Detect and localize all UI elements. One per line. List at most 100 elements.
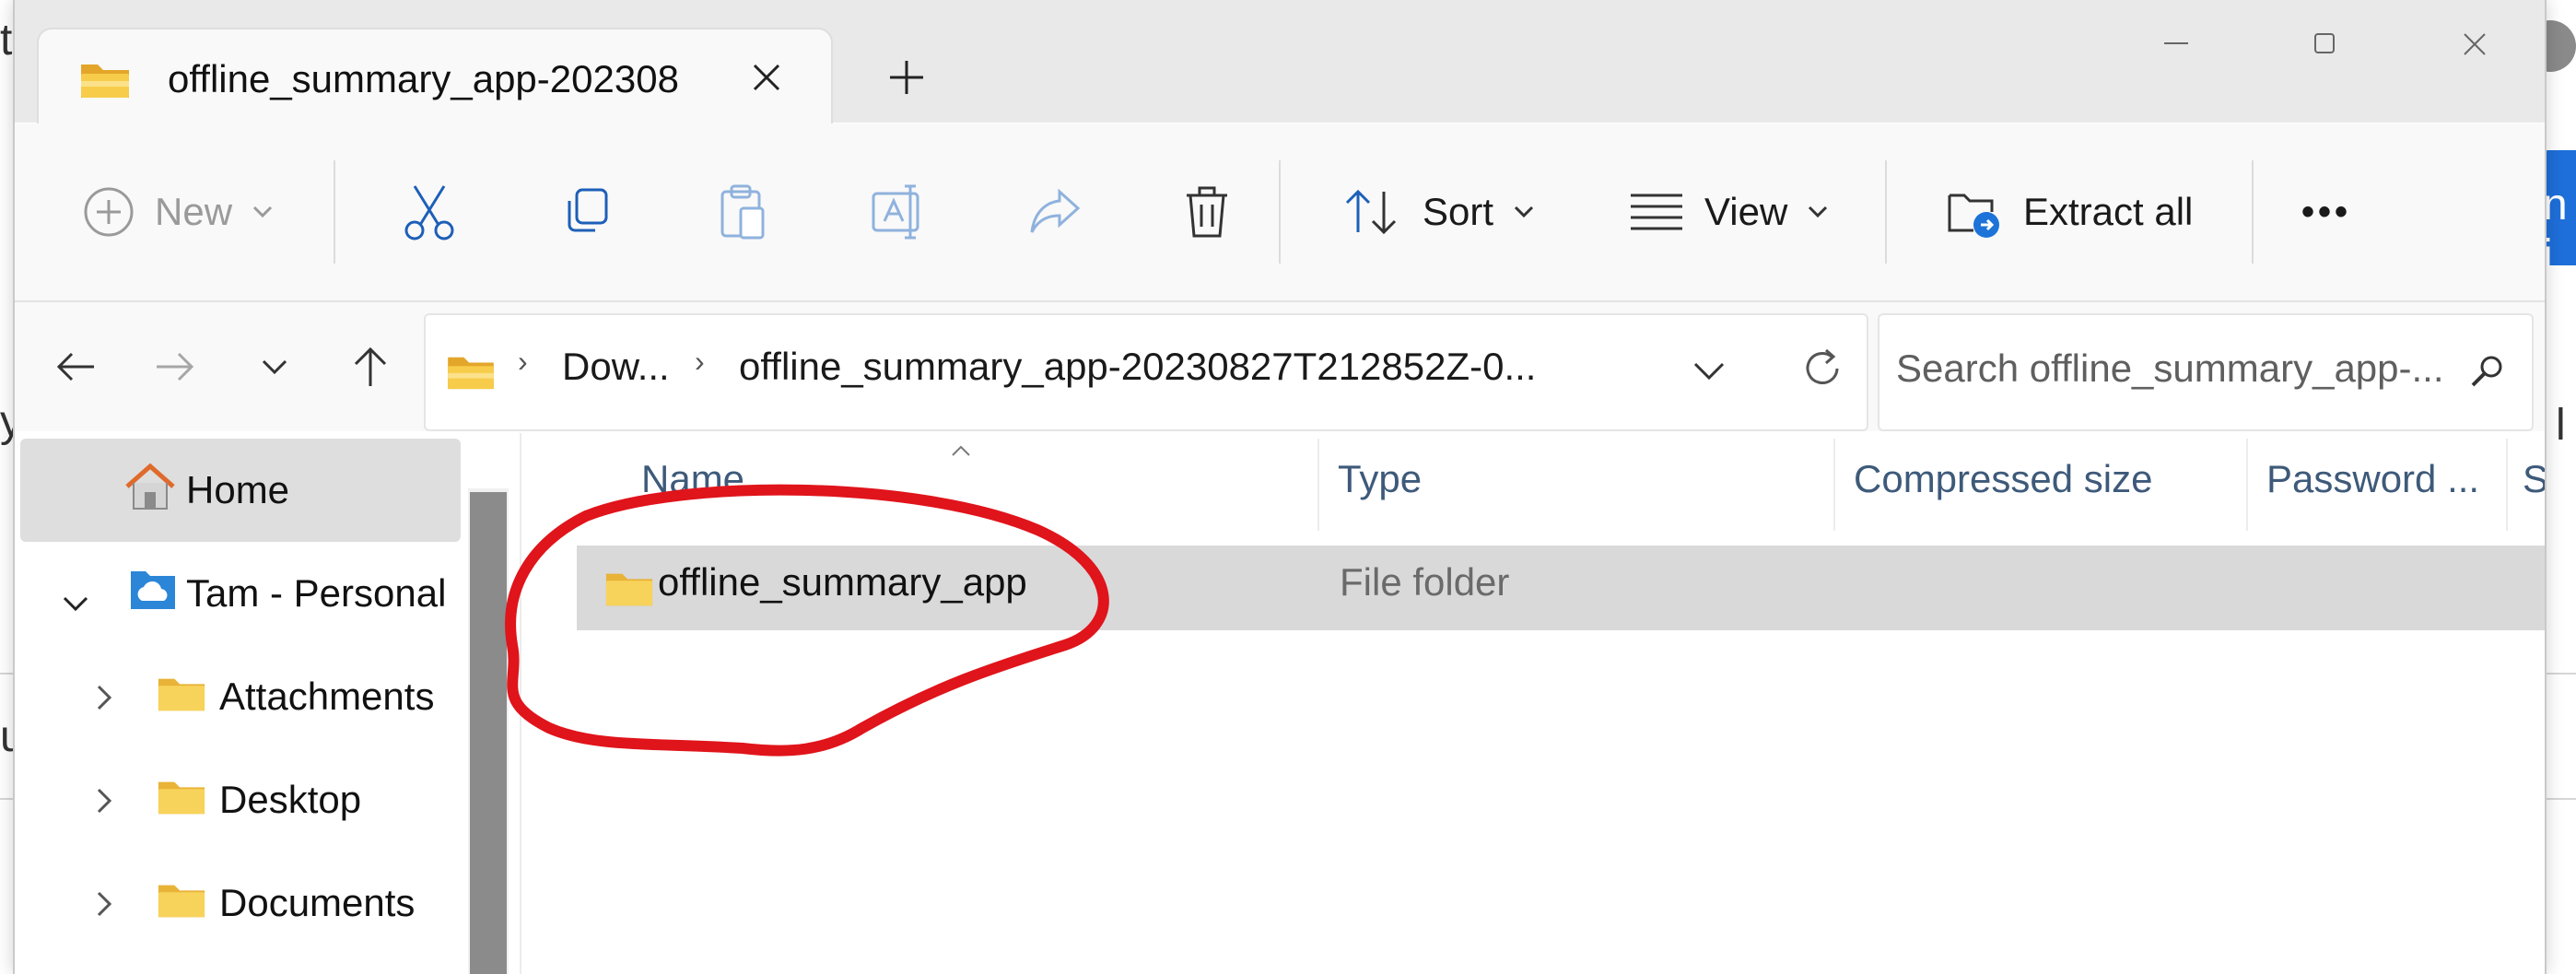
- extract-all-button[interactable]: Extract all: [1946, 123, 2193, 300]
- folder-icon: [157, 776, 206, 826]
- breadcrumb-item[interactable]: Dow...: [562, 345, 670, 389]
- chevron-right-icon[interactable]: [96, 883, 112, 927]
- new-label: New: [155, 190, 233, 233]
- file-name[interactable]: offline_summary_app: [658, 560, 1027, 604]
- rename-icon: [872, 184, 919, 240]
- toolbar-separator: [334, 160, 335, 264]
- view-lines-icon: [1631, 194, 1682, 230]
- arrow-up-icon: [354, 346, 387, 386]
- new-button[interactable]: New: [83, 123, 273, 300]
- paste-button[interactable]: [715, 123, 770, 300]
- toolbar-separator: [1885, 160, 1887, 264]
- forward-button[interactable]: [138, 330, 212, 404]
- folder-icon: [446, 352, 496, 395]
- search-input[interactable]: Search offline_summary_app-...: [1896, 346, 2444, 391]
- chevron-right-icon[interactable]: [96, 676, 112, 721]
- file-list: Name Type Compressed size Password ... S…: [520, 433, 2545, 974]
- column-divider[interactable]: [1317, 439, 1319, 531]
- view-button[interactable]: View: [1629, 123, 1828, 300]
- navigation-pane: Home Tam - Personal Attachments Desktop …: [15, 433, 512, 974]
- nav-item-label: Desktop: [219, 778, 362, 821]
- chevron-right-icon[interactable]: [96, 780, 112, 824]
- share-icon: [1030, 188, 1081, 233]
- extract-all-label: Extract all: [2023, 190, 2194, 233]
- arrow-left-icon: [56, 352, 94, 381]
- explorer-tab[interactable]: offline_summary_app-202308: [37, 28, 833, 125]
- column-header-password[interactable]: Password ...: [2266, 457, 2479, 501]
- column-divider[interactable]: [2506, 439, 2508, 531]
- address-bar[interactable]: › Dow... › offline_summary_app-20230827T…: [424, 313, 1868, 431]
- folder-icon: [157, 879, 206, 929]
- maximize-icon[interactable]: [2289, 17, 2362, 72]
- refresh-icon[interactable]: [1800, 346, 1844, 395]
- sort-button[interactable]: Sort: [1341, 123, 1534, 300]
- tab-title: offline_summary_app-202308: [168, 57, 679, 100]
- column-divider[interactable]: [2246, 439, 2248, 531]
- nav-item-tam-personal[interactable]: Tam - Personal: [20, 542, 461, 645]
- close-icon[interactable]: [741, 52, 792, 103]
- chevron-down-icon: [1809, 205, 1828, 218]
- background-partial-text: l: [2556, 401, 2566, 450]
- folder-icon: [604, 568, 654, 613]
- chevron-down-icon: [1514, 205, 1534, 218]
- copy-icon: [568, 188, 608, 232]
- background-partial-text: t: [0, 16, 13, 65]
- up-button[interactable]: [334, 330, 407, 404]
- recent-locations-button[interactable]: [238, 330, 311, 404]
- view-label: View: [1704, 190, 1788, 233]
- nav-item-home[interactable]: Home: [20, 439, 461, 542]
- arrow-right-icon: [157, 352, 194, 381]
- nav-item-label: Tam - Personal: [186, 571, 447, 615]
- background-button-text: n i: [2543, 181, 2568, 280]
- breadcrumb-item[interactable]: offline_summary_app-20230827T212852Z-0..…: [739, 345, 1536, 389]
- folder-icon: [79, 59, 131, 104]
- chevron-down-icon: [262, 359, 287, 375]
- background-blue-button: n i: [2543, 150, 2576, 280]
- chevron-down-icon[interactable]: [1693, 361, 1725, 386]
- clipboard-icon: [720, 184, 765, 240]
- extract-folder-icon: [1948, 194, 1999, 238]
- plus-icon[interactable]: [879, 50, 934, 105]
- back-button[interactable]: [39, 330, 112, 404]
- folder-icon: [157, 673, 206, 722]
- window-close-icon[interactable]: [2438, 17, 2512, 72]
- nav-item-label: Documents: [219, 881, 416, 924]
- minimize-icon[interactable]: [2139, 17, 2213, 72]
- column-divider[interactable]: [1833, 439, 1835, 531]
- command-bar: New Sort View Extract all •••: [15, 123, 2545, 302]
- scissors-icon: [404, 185, 454, 241]
- cut-button[interactable]: [402, 123, 457, 300]
- onedrive-icon: [129, 568, 177, 621]
- scrollbar-thumb[interactable]: [470, 492, 507, 974]
- column-header-size[interactable]: Siz: [2523, 457, 2545, 501]
- nav-item-desktop[interactable]: Desktop: [20, 748, 461, 851]
- chevron-down-icon[interactable]: [63, 577, 88, 621]
- home-icon: [123, 463, 177, 522]
- breadcrumb-chevron: ›: [518, 345, 528, 378]
- toolbar-separator: [1279, 160, 1281, 264]
- copy-button[interactable]: [558, 123, 614, 300]
- address-row: › Dow... › offline_summary_app-20230827T…: [15, 302, 2545, 431]
- nav-item-label: Home: [186, 468, 290, 511]
- title-bar: offline_summary_app-202308: [15, 0, 2545, 125]
- delete-button[interactable]: [1181, 123, 1233, 300]
- search-box[interactable]: Search offline_summary_app-...: [1878, 313, 2534, 431]
- sort-label: Sort: [1423, 190, 1494, 233]
- column-header-compressed-size[interactable]: Compressed size: [1854, 457, 2152, 501]
- rename-button[interactable]: [870, 123, 929, 300]
- plus-circle-icon: [84, 187, 134, 237]
- column-header-type[interactable]: Type: [1338, 457, 1422, 501]
- chevron-down-icon: [252, 205, 273, 218]
- more-options-button[interactable]: •••: [2301, 123, 2351, 300]
- nav-item-attachments[interactable]: Attachments: [20, 645, 461, 748]
- share-button[interactable]: [1026, 123, 1082, 300]
- nav-item-label: Attachments: [219, 675, 435, 718]
- trash-icon: [1187, 186, 1227, 238]
- nav-item-documents[interactable]: Documents: [20, 851, 461, 955]
- breadcrumb-chevron: ›: [695, 345, 705, 378]
- file-explorer-window: offline_summary_app-202308 New Sort View…: [13, 0, 2547, 974]
- toolbar-separator: [2252, 160, 2254, 264]
- file-type: File folder: [1340, 560, 1510, 604]
- search-icon: [2469, 354, 2506, 395]
- column-header-name[interactable]: Name: [641, 457, 744, 501]
